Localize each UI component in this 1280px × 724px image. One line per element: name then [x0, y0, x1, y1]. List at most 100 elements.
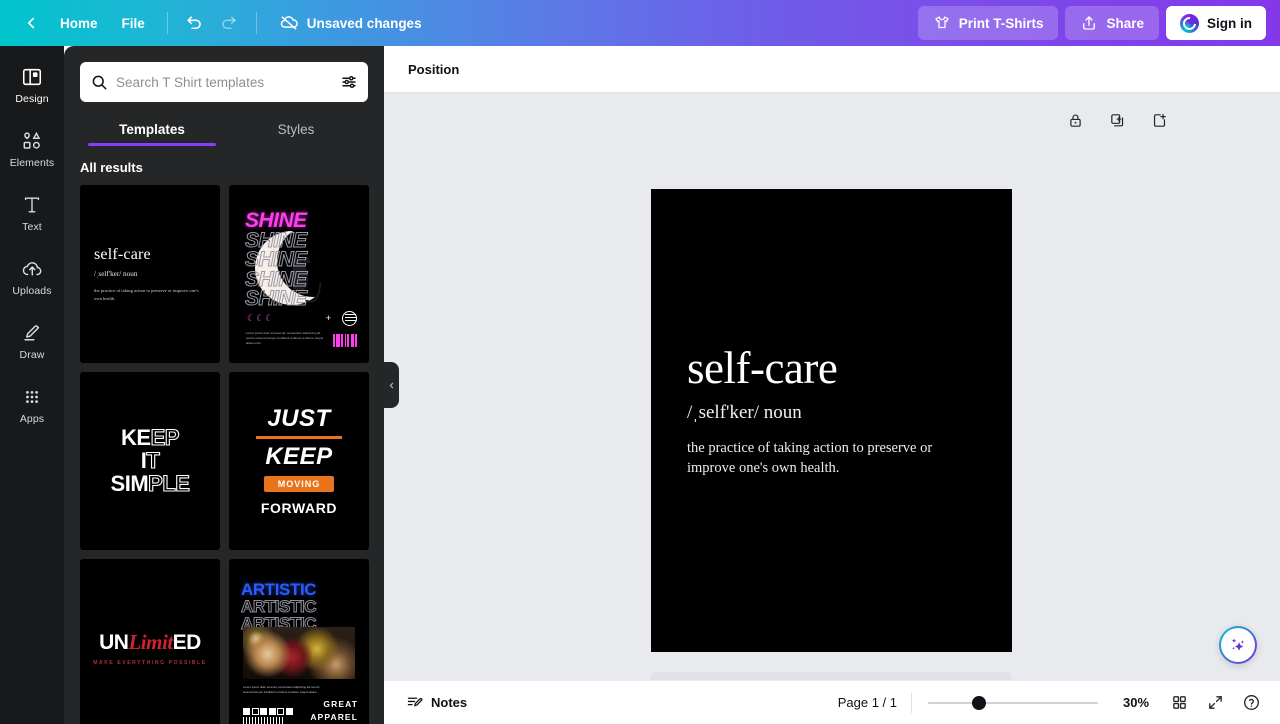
template-preview: SHINE SHINE SHINE SHINE SHINE ☾☾☾ + Lore…	[229, 185, 369, 363]
template-card-artistic[interactable]: ARTISTIC ARTISTIC ARTISTIC Lorem ipsum d…	[229, 559, 369, 724]
filter-sliders-icon[interactable]	[340, 73, 358, 91]
file-menu-button[interactable]: File	[110, 7, 157, 39]
decorative-blocks	[243, 708, 293, 724]
add-page-after-button[interactable]	[1146, 107, 1172, 133]
zoom-slider-thumb[interactable]	[972, 695, 986, 710]
search-input[interactable]	[108, 74, 340, 90]
sidebar-item-draw[interactable]: Draw	[4, 310, 60, 372]
artboard-page-1[interactable]: self-care /ˌself'ker/ noun the practice …	[651, 189, 1012, 652]
duplicate-page-button[interactable]	[1104, 107, 1130, 133]
position-label: Position	[408, 61, 460, 77]
cloud-slash-icon	[280, 16, 298, 30]
artboard-title[interactable]: self-care	[687, 344, 984, 392]
notes-button[interactable]: Notes	[398, 688, 475, 717]
fullscreen-button[interactable]	[1200, 688, 1230, 718]
template-card-shine[interactable]: SHINE SHINE SHINE SHINE SHINE ☾☾☾ + Lore…	[229, 185, 369, 363]
grid-view-button[interactable]	[1164, 688, 1194, 718]
undo-button[interactable]	[178, 7, 212, 39]
bottom-bar-right: Page 1 / 1 30%	[838, 688, 1266, 718]
templates-panel: Templates Styles All results self-care /…	[64, 46, 384, 724]
help-button[interactable]	[1236, 688, 1266, 718]
search-area	[64, 46, 384, 102]
save-status-label: Unsaved changes	[306, 15, 422, 31]
sidebar-item-label: Uploads	[12, 284, 52, 297]
template-card-self-care[interactable]: self-care /ˌself'ker/ noun the practice …	[80, 185, 220, 363]
tab-templates[interactable]: Templates	[80, 116, 224, 146]
magic-assistant-button[interactable]	[1219, 626, 1257, 664]
lock-icon	[1069, 113, 1081, 127]
template-grid: self-care /ˌself'ker/ noun the practice …	[64, 185, 384, 724]
uploads-icon	[22, 261, 42, 276]
sidebar-item-uploads[interactable]: Uploads	[4, 246, 60, 308]
chevron-left-icon	[27, 17, 35, 29]
template-line-2: KEEP	[265, 442, 333, 470]
tab-styles[interactable]: Styles	[224, 116, 368, 146]
artboard-ipa[interactable]: /ˌself'ker/ noun	[687, 402, 984, 424]
template-body-text: Lorem ipsum dolor sit amet elit, consect…	[246, 330, 323, 345]
sidebar-item-elements[interactable]: Elements	[4, 118, 60, 180]
cat-tail-shape	[305, 280, 322, 304]
artboard-definition[interactable]: the practice of taking action to preserv…	[687, 438, 984, 478]
template-line-3: FORWARD	[260, 499, 338, 516]
zoom-slider[interactable]	[928, 693, 1098, 713]
template-headline-echo: ARTISTIC	[240, 597, 317, 616]
panel-collapse-handle[interactable]	[384, 362, 399, 408]
divider	[911, 692, 912, 713]
home-button[interactable]: Home	[48, 7, 110, 39]
sidebar-item-apps[interactable]: Apps	[4, 374, 60, 436]
position-button[interactable]: Position	[398, 56, 469, 83]
sparkles-icon	[1231, 638, 1245, 651]
sign-in-button[interactable]: Sign in	[1166, 6, 1266, 40]
save-status-button[interactable]: Unsaved changes	[267, 7, 434, 39]
line-outline-text: T	[146, 448, 161, 473]
template-line-1: JUST	[267, 405, 331, 433]
template-line: IT	[141, 448, 161, 473]
share-button[interactable]: Share	[1065, 6, 1159, 40]
template-card-unlimited[interactable]: UNLimitED MAKE EVERYTHING POSSIBLE	[80, 559, 220, 724]
search-box[interactable]	[80, 62, 368, 102]
template-headline-echo: SHINE	[245, 287, 308, 311]
headline-part-script: Limit	[128, 630, 173, 654]
chevron-left-icon	[389, 382, 394, 388]
divider	[166, 12, 168, 34]
print-tshirts-button[interactable]: Print T-Shirts	[917, 6, 1059, 40]
sidebar-item-text[interactable]: Text	[4, 182, 60, 244]
decorative-glyphs: ☾☾☾	[247, 313, 275, 323]
template-preview: JUST KEEP MOVING FORWARD	[229, 372, 369, 550]
bottom-bar: Notes Page 1 / 1 30%	[384, 680, 1280, 724]
barcode-graphic	[332, 334, 357, 347]
accent-rule	[256, 436, 342, 439]
main-editor-area: Position self-care /ˌself'ker/ noun the …	[384, 46, 1280, 724]
template-tagline: MAKE EVERYTHING POSSIBLE	[93, 660, 207, 666]
top-bar: Home File Unsaved changes Print T-Shirts	[0, 0, 1280, 46]
panel-tabs: Templates Styles	[64, 116, 384, 146]
template-card-just-keep-moving-forward[interactable]: JUST KEEP MOVING FORWARD	[229, 372, 369, 550]
redo-button[interactable]	[212, 7, 246, 39]
template-headline: UNLimitED	[99, 630, 201, 655]
magic-assistant-inner	[1221, 628, 1255, 662]
share-label: Share	[1106, 15, 1144, 31]
tab-label: Templates	[119, 122, 185, 137]
shine-text-stack: SHINE SHINE SHINE SHINE SHINE	[245, 210, 308, 311]
line-outline-text: PLE	[148, 471, 191, 496]
results-heading: All results	[80, 160, 143, 175]
notes-label: Notes	[431, 695, 468, 710]
add-page-icon	[1153, 113, 1166, 127]
tab-label: Styles	[277, 122, 315, 137]
canva-logo-icon	[1180, 13, 1199, 33]
undo-icon	[187, 15, 202, 29]
notes-pencil-icon	[407, 697, 423, 707]
back-button[interactable]	[14, 7, 48, 39]
template-card-keep-it-simple[interactable]: KE EP IT SIM PLE	[80, 372, 220, 550]
template-preview: self-care /ˌself'ker/ noun the practice …	[80, 185, 220, 363]
top-bar-right: Print T-Shirts Share Sign in	[917, 6, 1280, 40]
sidebar-item-design[interactable]: Design	[4, 54, 60, 116]
brand-line-2: APPAREL	[310, 711, 358, 722]
template-preview: ARTISTIC ARTISTIC ARTISTIC Lorem ipsum d…	[229, 559, 369, 724]
zoom-level-label[interactable]: 30%	[1114, 695, 1158, 710]
elements-icon	[23, 131, 41, 149]
artistic-text-stack: ARTISTIC ARTISTIC ARTISTIC	[240, 581, 317, 633]
brand-line-1: GREAT	[323, 699, 358, 710]
circle-badge	[342, 311, 357, 326]
lock-page-button[interactable]	[1062, 107, 1088, 133]
